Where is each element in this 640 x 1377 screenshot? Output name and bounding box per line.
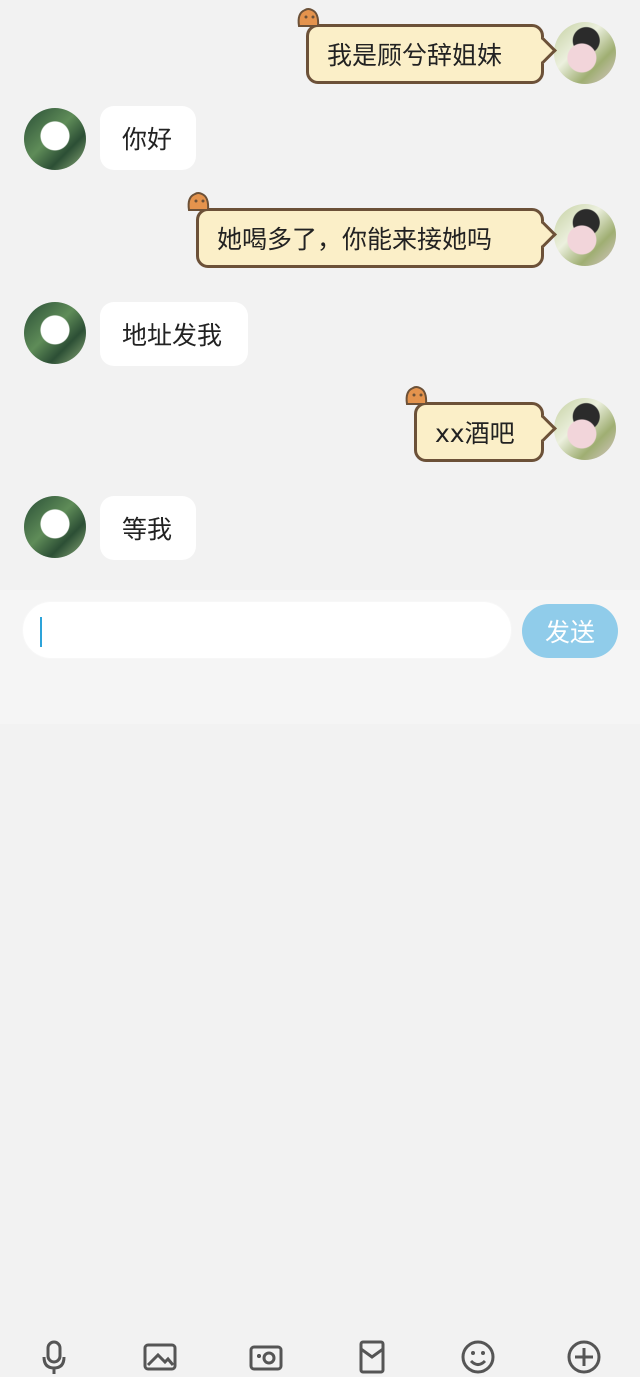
send-button[interactable]: 发送 [522, 604, 618, 658]
my-avatar[interactable] [554, 204, 616, 266]
message-row-right: 我是顾兮辞姐妹 [0, 8, 640, 84]
chat-history: 我是顾兮辞姐妹 你好 她喝多了，你能来接她吗 地址发我 xx酒吧 等我 [0, 0, 640, 590]
friend-avatar[interactable] [24, 496, 86, 558]
message-bubble[interactable]: 地址发我 [100, 302, 248, 366]
message-text: 地址发我 [122, 321, 223, 350]
cat-decoration-icon [297, 8, 320, 27]
message-row-right: xx酒吧 [0, 386, 640, 464]
message-text: 她喝多了，你能来接她吗 [217, 225, 493, 254]
message-bubble[interactable]: 我是顾兮辞姐妹 [297, 8, 544, 84]
friend-avatar[interactable] [24, 302, 86, 364]
my-avatar[interactable] [554, 398, 616, 460]
my-avatar[interactable] [554, 22, 616, 84]
cat-decoration-icon [187, 192, 210, 211]
message-text: 你好 [122, 125, 173, 154]
camera-icon[interactable] [246, 1337, 286, 1377]
text-caret [40, 617, 42, 647]
message-row-left: 地址发我 [0, 302, 640, 368]
message-row-left: 你好 [0, 106, 640, 172]
message-text: xx酒吧 [435, 419, 515, 448]
message-bubble[interactable]: 她喝多了，你能来接她吗 [187, 192, 544, 268]
message-row-left: 等我 [0, 496, 640, 562]
toolbar [0, 664, 640, 1374]
message-row-right: 她喝多了，你能来接她吗 [0, 192, 640, 268]
message-input[interactable] [22, 601, 512, 659]
message-text: 我是顾兮辞姐妹 [327, 41, 503, 70]
message-text: 等我 [122, 515, 173, 544]
red-envelope-icon[interactable] [352, 1337, 392, 1377]
microphone-icon[interactable] [34, 1337, 74, 1377]
message-bubble[interactable]: 等我 [100, 496, 196, 560]
image-icon[interactable] [140, 1337, 180, 1377]
message-bubble[interactable]: xx酒吧 [405, 386, 544, 462]
message-bubble[interactable]: 你好 [100, 106, 196, 170]
cat-decoration-icon [405, 386, 428, 405]
friend-avatar[interactable] [24, 108, 86, 170]
plus-icon[interactable] [564, 1337, 604, 1377]
emoji-icon[interactable] [458, 1337, 498, 1377]
